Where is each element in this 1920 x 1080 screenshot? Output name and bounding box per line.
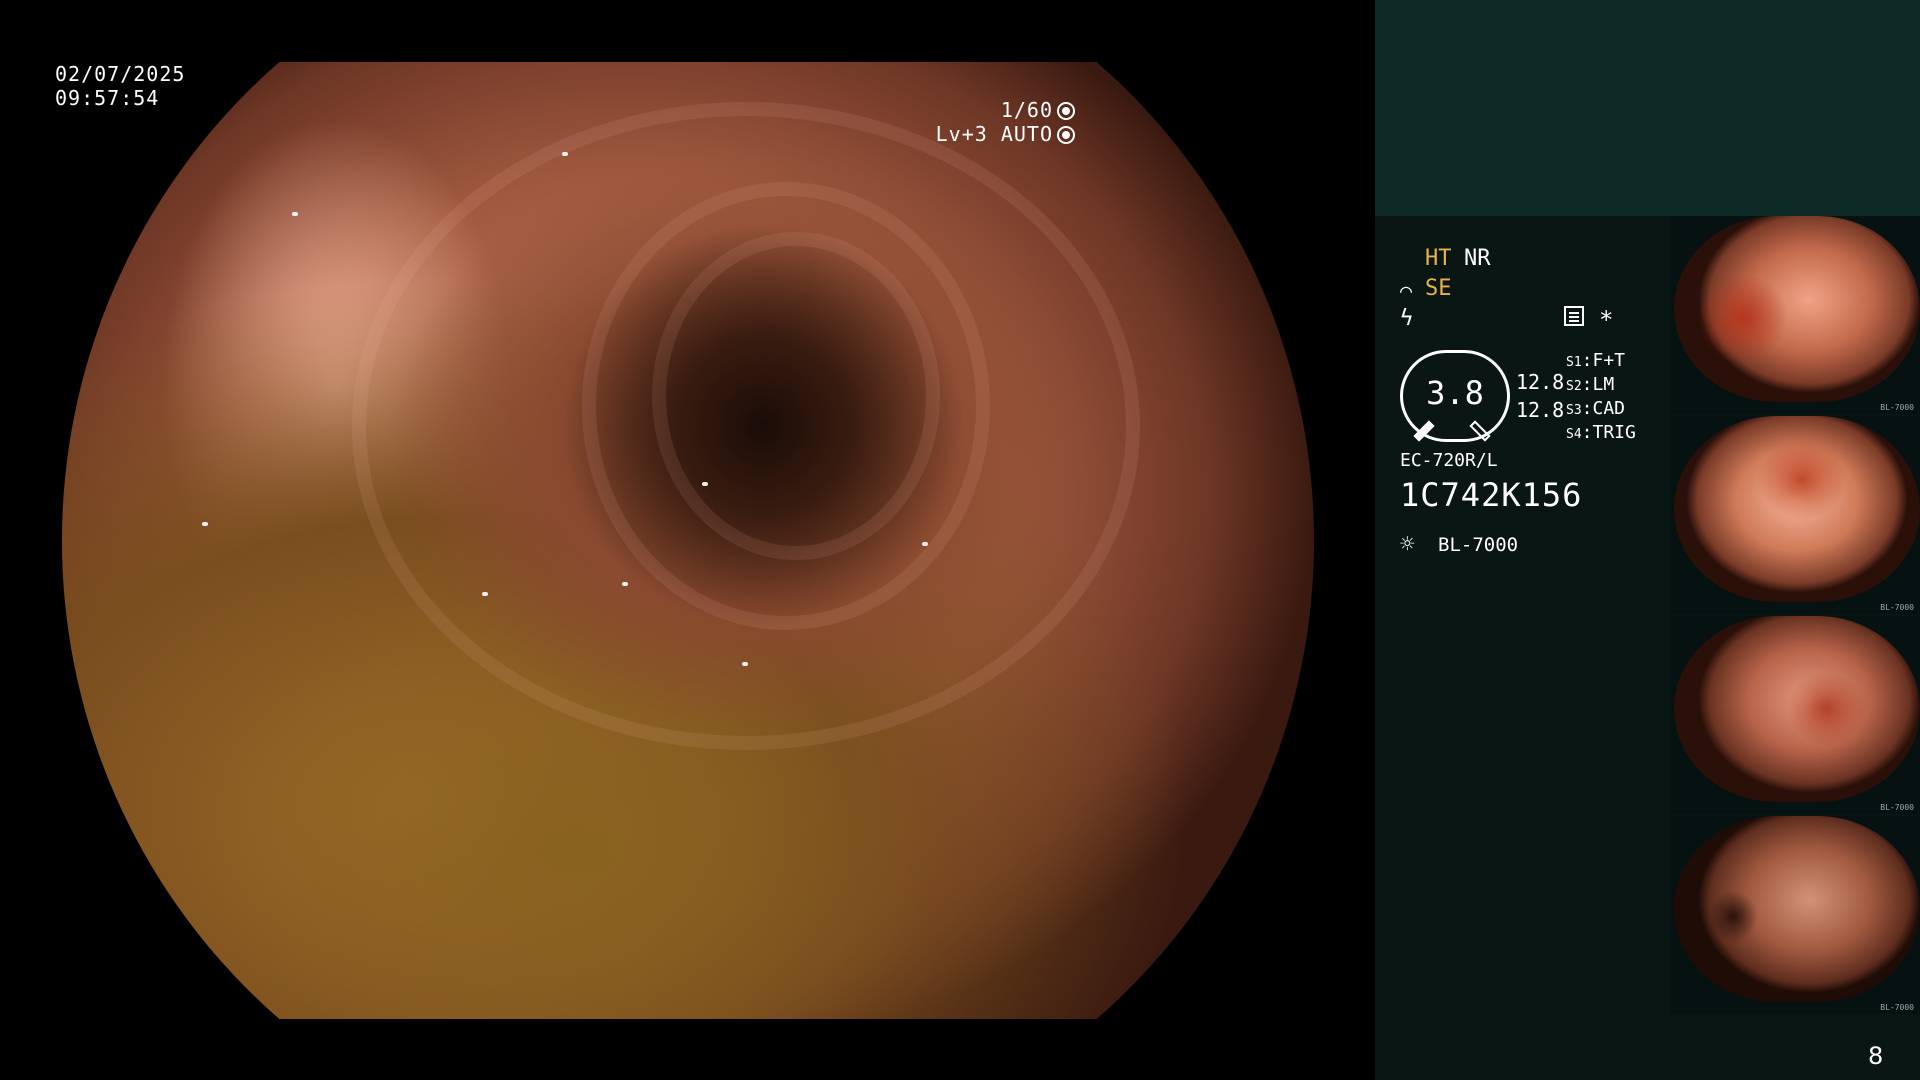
scope-serial: 1C742K156 xyxy=(1400,476,1583,514)
switch-s3: S3:CAD xyxy=(1566,398,1626,419)
switch-label: LM xyxy=(1592,374,1615,395)
switch-s1: S1:F+T xyxy=(1566,350,1626,371)
gauge-readout-1: 12.8 xyxy=(1516,370,1565,394)
thumbnail-image xyxy=(1674,816,1920,1002)
thumbnail-image xyxy=(1674,416,1920,602)
specular-highlight xyxy=(742,662,748,666)
specular-highlight xyxy=(292,212,298,216)
specular-highlight xyxy=(562,152,568,156)
thumbnail-caption: BL-7000 xyxy=(1880,803,1914,812)
lumen-fold xyxy=(352,102,1140,750)
gauge-value: 3.8 xyxy=(1426,374,1484,412)
thumbnail-caption: BL-7000 xyxy=(1880,1003,1914,1012)
thumbnail-image xyxy=(1674,616,1920,802)
switch-s2: S2:LM xyxy=(1566,374,1615,395)
capture-thumbnail-1[interactable]: BL-7000 xyxy=(1670,216,1920,414)
auto-iris-icon xyxy=(1057,126,1075,144)
light-source-label: BL-7000 xyxy=(1438,534,1519,556)
switch-key: S2 xyxy=(1566,379,1582,394)
star-indicator: * xyxy=(1599,306,1614,334)
color-bolt-icon: ϟ xyxy=(1400,306,1414,331)
structure-enhance-icon: ⌒ xyxy=(1400,278,1413,302)
shutter-gear-icon xyxy=(1057,102,1075,120)
capture-thumbnail-2[interactable]: BL-7000 xyxy=(1670,416,1920,614)
level-label: Lv+3 AUTO xyxy=(935,122,1053,146)
exposure-display: 1/60 Lv+3 AUTO xyxy=(936,98,1075,146)
light-source-icon: ☼ xyxy=(1400,530,1415,558)
date-label: 02/07/2025 xyxy=(55,62,186,86)
page-number: 8 xyxy=(1868,1042,1884,1070)
info-panel-header xyxy=(1375,0,1920,216)
specular-highlight xyxy=(202,522,208,526)
notes-icon xyxy=(1564,306,1584,326)
shutter-label: 1/60 xyxy=(1000,98,1053,122)
nr-indicator: NR xyxy=(1464,246,1491,271)
specular-highlight xyxy=(922,542,928,546)
thumbnail-caption: BL-7000 xyxy=(1880,603,1914,612)
gauge-readout-2: 12.8 xyxy=(1516,398,1565,422)
switch-key: S3 xyxy=(1566,403,1582,418)
endoscope-view xyxy=(62,62,1314,1019)
switch-label: TRIG xyxy=(1592,422,1636,443)
switch-key: S1 xyxy=(1566,355,1582,370)
date-time-display: 02/07/2025 09:57:54 xyxy=(55,62,185,110)
specular-highlight xyxy=(482,592,488,596)
thumbnail-caption: BL-7000 xyxy=(1880,403,1914,412)
switch-label: F+T xyxy=(1592,350,1626,371)
thumbnail-image xyxy=(1674,216,1920,402)
switch-label: CAD xyxy=(1592,398,1626,419)
capture-thumbnail-3[interactable]: BL-7000 xyxy=(1670,616,1920,814)
scope-model: EC-720R/L xyxy=(1400,450,1498,471)
switch-key: S4 xyxy=(1566,427,1582,442)
se-indicator: SE xyxy=(1425,276,1452,301)
switch-s4: S4:TRIG xyxy=(1566,422,1636,443)
capture-thumbnail-4[interactable]: BL-7000 xyxy=(1670,816,1920,1014)
specular-highlight xyxy=(702,482,708,486)
time-label: 09:57:54 xyxy=(55,86,160,110)
ht-indicator: HT xyxy=(1425,246,1452,271)
specular-highlight xyxy=(622,582,628,586)
